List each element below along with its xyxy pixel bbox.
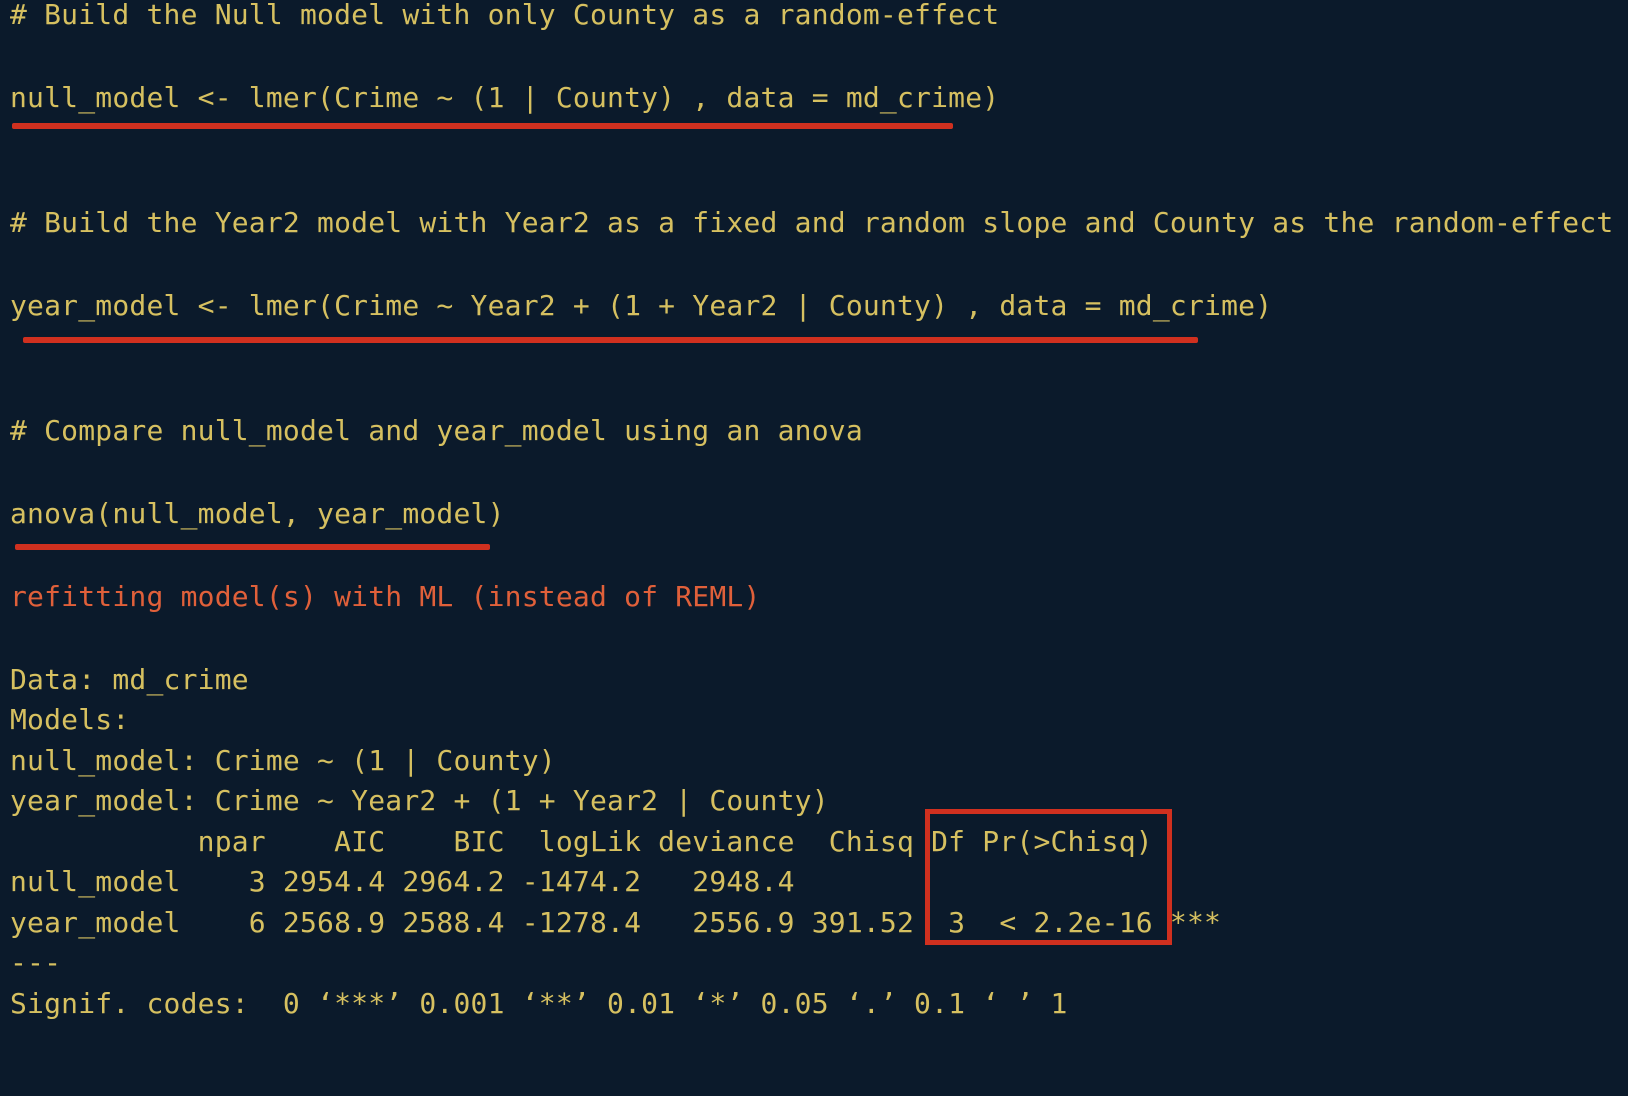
data-line: Data: md_crime (10, 663, 249, 696)
separator-line: --- (10, 946, 62, 979)
anova-row-null-model: null_model 3 2954.4 2964.2 -1474.2 2948.… (10, 865, 795, 898)
comment-year-model: # Build the Year2 model with Year2 as a … (10, 206, 1614, 239)
code-year-model: year_model <- lmer(Crime ~ Year2 + (1 + … (10, 289, 1273, 322)
null-model-formula: null_model: Crime ~ (1 | County) (10, 744, 556, 777)
models-label: Models: (10, 703, 130, 736)
refit-message: refitting model(s) with ML (instead of R… (10, 580, 761, 613)
comment-null-model: # Build the Null model with only County … (10, 0, 1000, 31)
underline-anova (15, 544, 490, 550)
code-null-model: null_model <- lmer(Crime ~ (1 | County) … (10, 81, 1000, 114)
p-value-highlight-box (925, 809, 1172, 945)
underline-null-model (12, 123, 953, 129)
comment-anova: # Compare null_model and year_model usin… (10, 414, 863, 447)
r-console-output: # Build the Null model with only County … (0, 0, 1628, 1096)
code-anova: anova(null_model, year_model) (10, 497, 505, 530)
underline-year-model (23, 337, 1198, 343)
signif-codes: Signif. codes: 0 ‘***’ 0.001 ‘**’ 0.01 ‘… (10, 987, 1068, 1020)
year-model-formula: year_model: Crime ~ Year2 + (1 + Year2 |… (10, 784, 829, 817)
